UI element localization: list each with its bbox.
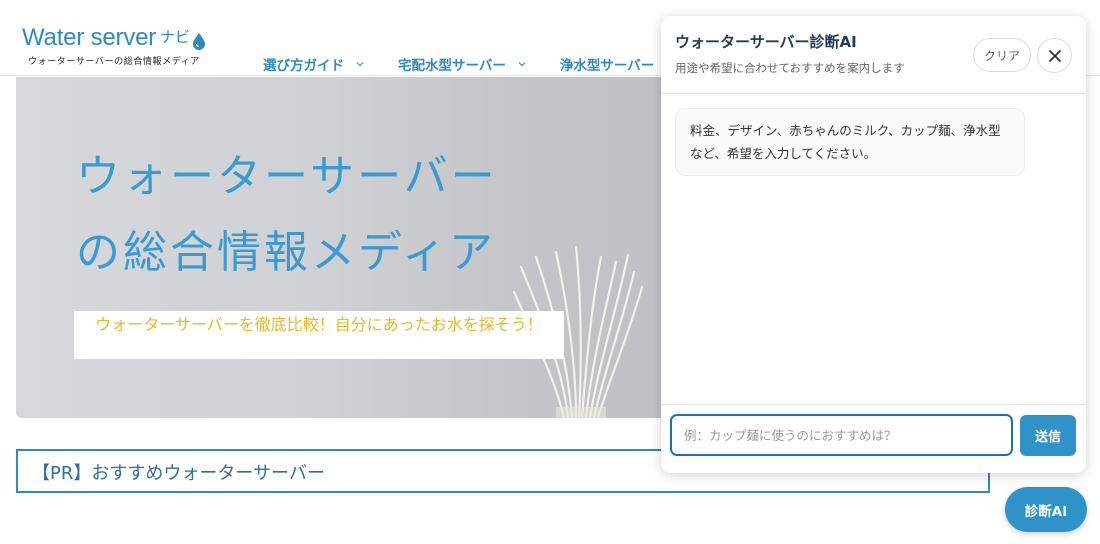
hero-title: ウォーターサーバー の総合情報メディア [76,139,498,291]
chat-header: ウォーターサーバー診断AI 用途や希望に合わせておすすめを案内します クリア [661,16,1086,94]
site-logo[interactable]: Water server ナビ ウォーターサーバーの総合情報メディア [22,24,206,67]
water-drop-icon [192,29,206,50]
clear-button[interactable]: クリア [973,38,1031,72]
logo-suffix: ナビ [160,29,190,46]
close-icon [1048,49,1061,62]
logo-wordmark: Water server ナビ [22,24,206,52]
chat-input-bar: 送信 [661,404,1086,473]
chat-panel: ウォーターサーバー診断AI 用途や希望に合わせておすすめを案内します クリア 料… [661,16,1086,473]
hero-subtitle: ウォーターサーバーを徹底比較！自分にあったお水を探そう！ [74,311,564,359]
hero-title-line-2: の総合情報メディア [76,227,496,278]
hero-title-line-1: ウォーターサーバー [76,151,498,202]
ai-diagnosis-fab[interactable]: 診断AI [1005,487,1087,532]
logo-text: Water server [22,24,157,51]
nav-item-purifier-server[interactable]: 浄水型サーバー [560,54,654,74]
chevron-down-icon [518,62,526,67]
close-button[interactable] [1037,38,1072,73]
main-nav: 選び方ガイド 宅配水型サーバー 浄水型サーバー [263,54,688,74]
logo-tagline: ウォーターサーバーの総合情報メディア [28,57,200,67]
chat-description: 用途や希望に合わせておすすめを案内します [675,61,905,75]
hero-banner: ウォーターサーバー の総合情報メディア ウォーターサーバーを徹底比較！自分にあっ… [16,77,676,418]
nav-item-label: 宅配水型サーバー [398,58,506,74]
nav-item-guide[interactable]: 選び方ガイド [263,54,364,74]
assistant-message: 料金、デザイン、赤ちゃんのミルク、カップ麺、浄水型など、希望を入力してください。 [675,108,1025,176]
nav-item-label: 選び方ガイド [263,58,344,74]
nav-item-label: 浄水型サーバー [559,58,655,74]
nav-item-delivery-server[interactable]: 宅配水型サーバー [398,54,526,74]
chat-title: ウォーターサーバー診断AI [675,33,857,51]
send-button[interactable]: 送信 [1020,415,1076,456]
pr-heading-text: 【PR】おすすめウォーターサーバー [32,463,325,484]
chevron-down-icon [356,62,364,67]
chat-input[interactable] [670,414,1013,456]
chat-messages: 料金、デザイン、赤ちゃんのミルク、カップ麺、浄水型など、希望を入力してください。 [661,94,1086,404]
